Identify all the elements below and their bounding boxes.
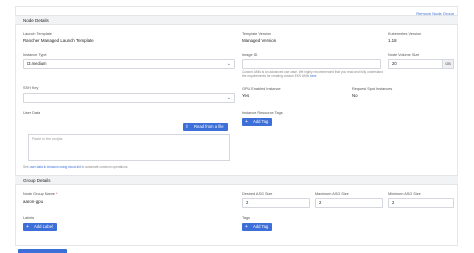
required-marker: * <box>55 192 58 196</box>
add-tag-text: Add Tag <box>253 224 269 229</box>
template-version-label: Template Version <box>242 32 272 36</box>
template-version-value: Managed Version <box>242 38 277 43</box>
maximum-asg-label: Maximum ASG Size <box>315 192 349 196</box>
group-details-header: Group Details <box>15 175 458 185</box>
launch-template-label: Launch Template <box>23 32 52 36</box>
minimum-asg-label: Minimum ASG Size <box>388 192 421 196</box>
upload-icon: ⇪ <box>185 124 189 129</box>
plus-icon: + <box>26 224 29 230</box>
instance-resource-tags-label: Instance Resource Tags <box>242 111 283 115</box>
plus-icon: + <box>245 224 248 230</box>
add-resource-tag-button[interactable]: + Add Tag <box>242 118 273 126</box>
add-resource-tag-label: Add Tag <box>253 119 269 124</box>
ssh-key-label: SSH Key <box>23 86 39 90</box>
image-id-label: Image ID <box>242 53 258 57</box>
node-group-name-label-text: Node Group Name <box>23 192 55 196</box>
node-volume-size-value: 20 <box>392 61 397 66</box>
desired-asg-value: 2 <box>246 200 249 205</box>
user-data-textarea[interactable]: Paste in the scripts <box>28 134 230 161</box>
tags-label: Tags <box>242 216 251 220</box>
user-data-label: User Data <box>23 111 41 115</box>
node-group-name-value: aaron-gpu <box>23 199 44 204</box>
instance-type-select[interactable]: t3.medium ⌄ <box>23 59 235 69</box>
instance-type-label: Instance Type <box>23 53 47 57</box>
node-group-name-label: Node Group Name * <box>23 192 57 196</box>
image-id-help-link[interactable]: here <box>310 74 316 78</box>
minimum-asg-value: 2 <box>392 200 395 205</box>
request-spot-label: Request Spot Instances <box>352 87 393 91</box>
launch-template-value: Rancher Managed Launch Template <box>23 38 94 43</box>
node-volume-size-input[interactable]: 20 GB <box>388 59 454 69</box>
node-volume-size-label: Node Volume Size <box>388 53 420 57</box>
image-id-help: Custom AMIs is an advanced use case. We … <box>242 70 384 78</box>
read-from-file-button[interactable]: ⇪ Read from a file <box>183 123 228 131</box>
node-details-header: Node Details <box>15 15 458 25</box>
minimum-asg-input[interactable]: 2 <box>388 198 454 208</box>
chevron-down-icon: ⌄ <box>226 95 231 101</box>
desired-asg-label: Desired ASG Size <box>242 192 273 196</box>
group-details-title: Group Details <box>23 178 51 183</box>
kubernetes-version-value: 1.18 <box>388 38 397 43</box>
desired-asg-input[interactable]: 2 <box>242 198 310 208</box>
user-data-help-suffix: to automate common operations. <box>80 165 129 169</box>
node-details-title: Node Details <box>23 18 49 23</box>
labels-label: Labels <box>23 216 35 220</box>
maximum-asg-input[interactable]: 2 <box>315 198 383 208</box>
chevron-down-icon: ⌄ <box>226 61 231 67</box>
image-id-input[interactable] <box>242 59 381 69</box>
instance-type-value: t3.medium <box>27 61 47 66</box>
ssh-key-select[interactable]: ⌄ <box>23 93 235 103</box>
add-label-text: Add Label <box>34 224 53 229</box>
gpu-enabled-value: Yes <box>242 93 250 98</box>
plus-icon: + <box>245 119 248 125</box>
node-volume-size-unit: GB <box>442 59 454 69</box>
kubernetes-version-label: Kubernetes Version <box>388 32 422 36</box>
add-label-button[interactable]: + Add Label <box>23 223 57 231</box>
add-tag-button[interactable]: + Add Tag <box>242 223 273 231</box>
primary-action-button[interactable] <box>18 249 67 253</box>
gpu-enabled-label: GPU Enabled Instance <box>242 87 281 91</box>
maximum-asg-value: 2 <box>319 200 322 205</box>
user-data-help: See user data in Amazon using cloud-init… <box>23 165 235 169</box>
user-data-help-link[interactable]: user data in Amazon using cloud-init <box>30 165 81 169</box>
request-spot-value: No <box>352 93 358 98</box>
read-from-file-label: Read from a file <box>194 124 224 129</box>
user-data-placeholder: Paste in the scripts <box>32 137 63 141</box>
